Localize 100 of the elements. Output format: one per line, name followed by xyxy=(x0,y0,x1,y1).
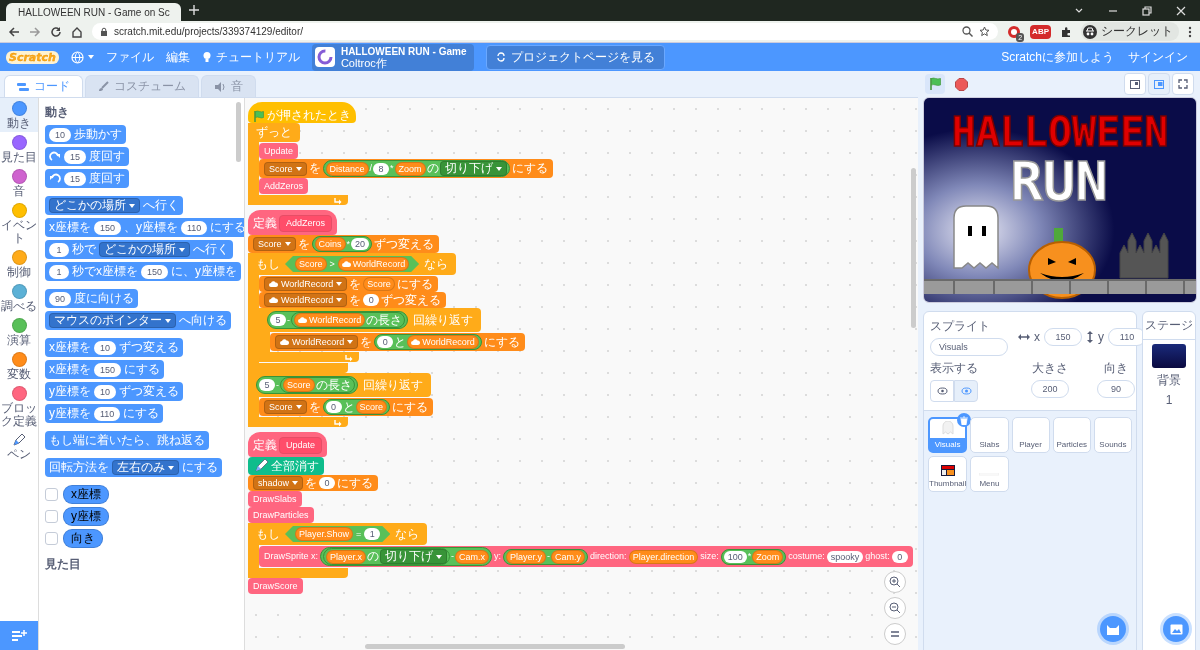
sprite-name-field[interactable]: Visuals xyxy=(930,338,1008,356)
code-block[interactable]: Score を Distance / 8 * Zoom の 切り下げ にする xyxy=(259,159,553,178)
code-block[interactable]: x座標を 150 、y座標を 110 にする xyxy=(45,218,244,237)
show-toggle[interactable] xyxy=(954,380,978,402)
code-block[interactable]: 15 度回す xyxy=(45,147,129,166)
sprite-tile[interactable]: Menu xyxy=(970,456,1009,492)
operator-block[interactable]: 0 と Score xyxy=(322,399,391,415)
code-block[interactable]: shadow を 0 にする xyxy=(248,475,379,491)
code-block[interactable]: x座標を 150 にする xyxy=(45,360,165,379)
sprite-tile[interactable]: Player xyxy=(1011,417,1050,453)
backdrop-thumbnail[interactable] xyxy=(1152,344,1186,368)
operator-block[interactable]: Coins * 20 xyxy=(311,236,373,252)
size-field[interactable]: 200 xyxy=(1031,380,1069,398)
code-block[interactable]: 回転方法を 左右のみ にする xyxy=(45,458,222,477)
sprite-tile[interactable]: Sounds xyxy=(1093,417,1132,453)
delete-button[interactable] xyxy=(957,413,972,427)
address-field[interactable]: scratch.mit.edu/projects/339374129/editor/ xyxy=(92,23,999,40)
number-input[interactable]: 10 xyxy=(94,340,116,355)
code-block[interactable]: 15 度回す xyxy=(45,169,129,188)
profile-button[interactable]: シークレット xyxy=(1081,22,1179,41)
number-input[interactable]: 8 xyxy=(373,162,390,175)
category-button[interactable]: ペン xyxy=(0,430,38,463)
dropdown-menu[interactable]: 切り下げ xyxy=(439,161,507,176)
code-block[interactable]: 90 度に向ける xyxy=(45,289,138,308)
checkbox[interactable] xyxy=(45,532,58,545)
puzzle-icon[interactable] xyxy=(1060,25,1072,38)
variable-reporter[interactable]: y座標 xyxy=(63,507,109,526)
sprite-tile[interactable]: Thumbnail xyxy=(928,456,968,492)
dropdown-menu[interactable]: マウスのポインター xyxy=(49,313,176,328)
kebab-menu-icon[interactable] xyxy=(1188,25,1192,38)
forward-icon[interactable] xyxy=(29,25,41,38)
code-block[interactable]: 1 秒で どこかの場所 へ行く xyxy=(45,240,233,259)
code-block[interactable]: WorldRecord を 0 ずつ変える xyxy=(259,292,447,308)
control-block[interactable]: もし Player.Show = 1 なら DrawSprite x: Player.x の 切り下げ - Cam.x y: Player.y - Cam.y direction: Player.direction size: 100 * Zoom costume: spooky ghost: 0 xyxy=(248,523,913,578)
operator-block[interactable]: 5 - WorldRecord の長さ xyxy=(267,311,409,329)
number-input[interactable]: 150 xyxy=(94,220,122,235)
category-button[interactable]: 見た目 xyxy=(0,132,38,166)
control-block[interactable]: もし Score > WorldRecord なら WorldRecord を Score にする WorldRecord を 0 ずつ変える 5 - WorldRecord の長さ 回繰り返す WorldRecord を 0 と WorldRecord にする xyxy=(248,253,525,373)
number-input[interactable]: 0 xyxy=(363,294,380,306)
project-page-button[interactable]: プロジェクトページを見る xyxy=(486,44,666,70)
number-input[interactable]: 15 xyxy=(64,171,86,186)
add-extension-button[interactable] xyxy=(0,621,38,650)
operator-block[interactable]: 100 * Zoom xyxy=(720,548,787,565)
zoom-icon[interactable] xyxy=(962,26,974,37)
number-input[interactable]: 1 xyxy=(364,528,381,540)
number-input[interactable]: 110 xyxy=(94,406,121,421)
checkbox[interactable] xyxy=(45,488,58,501)
category-button[interactable]: 調べる xyxy=(0,281,38,315)
new-tab-icon[interactable] xyxy=(189,5,199,15)
restore-icon[interactable] xyxy=(1142,5,1152,16)
code-block[interactable]: Score を 0 と Score にする xyxy=(259,398,434,416)
language-menu[interactable] xyxy=(70,50,94,64)
dropdown-menu[interactable]: どこかの場所 xyxy=(49,198,140,213)
scrollbar[interactable] xyxy=(365,644,625,649)
number-input[interactable]: 0 xyxy=(325,401,342,413)
code-block[interactable]: y座標を 110 にする xyxy=(45,404,164,423)
number-input[interactable]: 5 xyxy=(259,379,275,391)
hide-toggle[interactable] xyxy=(930,380,954,402)
code-block[interactable]: 10 歩動かす xyxy=(45,125,126,144)
number-input[interactable]: spooky xyxy=(826,550,864,563)
control-block[interactable]: 5 - Score の長さ 回繰り返す Score を 0 と Score にする xyxy=(248,373,434,427)
condition-block[interactable]: Player.Show = 1 xyxy=(285,526,391,542)
code-block[interactable]: どこかの場所 へ行く xyxy=(45,196,183,215)
category-button[interactable]: 動き xyxy=(0,98,38,132)
number-input[interactable]: 90 xyxy=(49,291,71,306)
category-button[interactable]: 演算 xyxy=(0,315,38,349)
operator-block[interactable]: 0 と WorldRecord xyxy=(374,334,482,350)
scrollbar[interactable] xyxy=(236,102,241,162)
code-block[interactable]: マウスのポインター へ向ける xyxy=(45,311,231,330)
zoom-in-button[interactable] xyxy=(884,571,906,593)
category-button[interactable]: 音 xyxy=(0,166,38,200)
number-input[interactable]: 10 xyxy=(49,127,71,142)
variable-reporter[interactable]: 向き xyxy=(63,529,103,548)
add-backdrop-button[interactable] xyxy=(1163,616,1189,642)
code-block[interactable]: WorldRecord を 0 と WorldRecord にする xyxy=(270,333,525,351)
number-input[interactable]: 1 xyxy=(49,264,69,279)
operator-block[interactable]: Player.x の 切り下げ xyxy=(323,548,451,565)
dropdown-menu[interactable]: 切り下げ xyxy=(380,549,448,564)
control-block[interactable]: ずっと Update Score を Distance / 8 * Zoom の 切り下げ にする AddZeros xyxy=(248,123,553,205)
dropdown-menu[interactable]: どこかの場所 xyxy=(99,242,190,257)
home-icon[interactable] xyxy=(71,25,83,38)
star-icon[interactable] xyxy=(979,26,991,37)
close-icon[interactable] xyxy=(1176,5,1186,16)
category-button[interactable]: 変数 xyxy=(0,349,38,383)
number-input[interactable]: 150 xyxy=(94,362,122,377)
category-button[interactable]: ブロック定義 xyxy=(0,383,38,430)
number-input[interactable]: 100 xyxy=(723,550,747,563)
number-input[interactable]: 0 xyxy=(377,336,394,348)
category-button[interactable]: イベント xyxy=(0,200,38,247)
number-input[interactable]: 150 xyxy=(141,264,169,279)
code-block[interactable]: y座標を 10 ずつ変える xyxy=(45,382,183,401)
code-block[interactable]: DrawSprite x: Player.x の 切り下げ - Cam.x y: Player.y - Cam.y direction: Player.direction size: 100 * Zoom costume: spooky ghost: 0 xyxy=(259,546,913,567)
small-stage-button[interactable] xyxy=(1124,73,1146,95)
sprite-tile[interactable]: Particles xyxy=(1052,417,1091,453)
direction-field[interactable]: 90 xyxy=(1097,380,1135,398)
code-block[interactable]: x座標を 10 ずつ変える xyxy=(45,338,183,357)
number-input[interactable]: 0 xyxy=(319,477,336,489)
number-input[interactable]: 5 xyxy=(270,314,286,326)
variable-reporter[interactable]: x座標 xyxy=(63,485,109,504)
scrollbar[interactable] xyxy=(911,168,916,328)
